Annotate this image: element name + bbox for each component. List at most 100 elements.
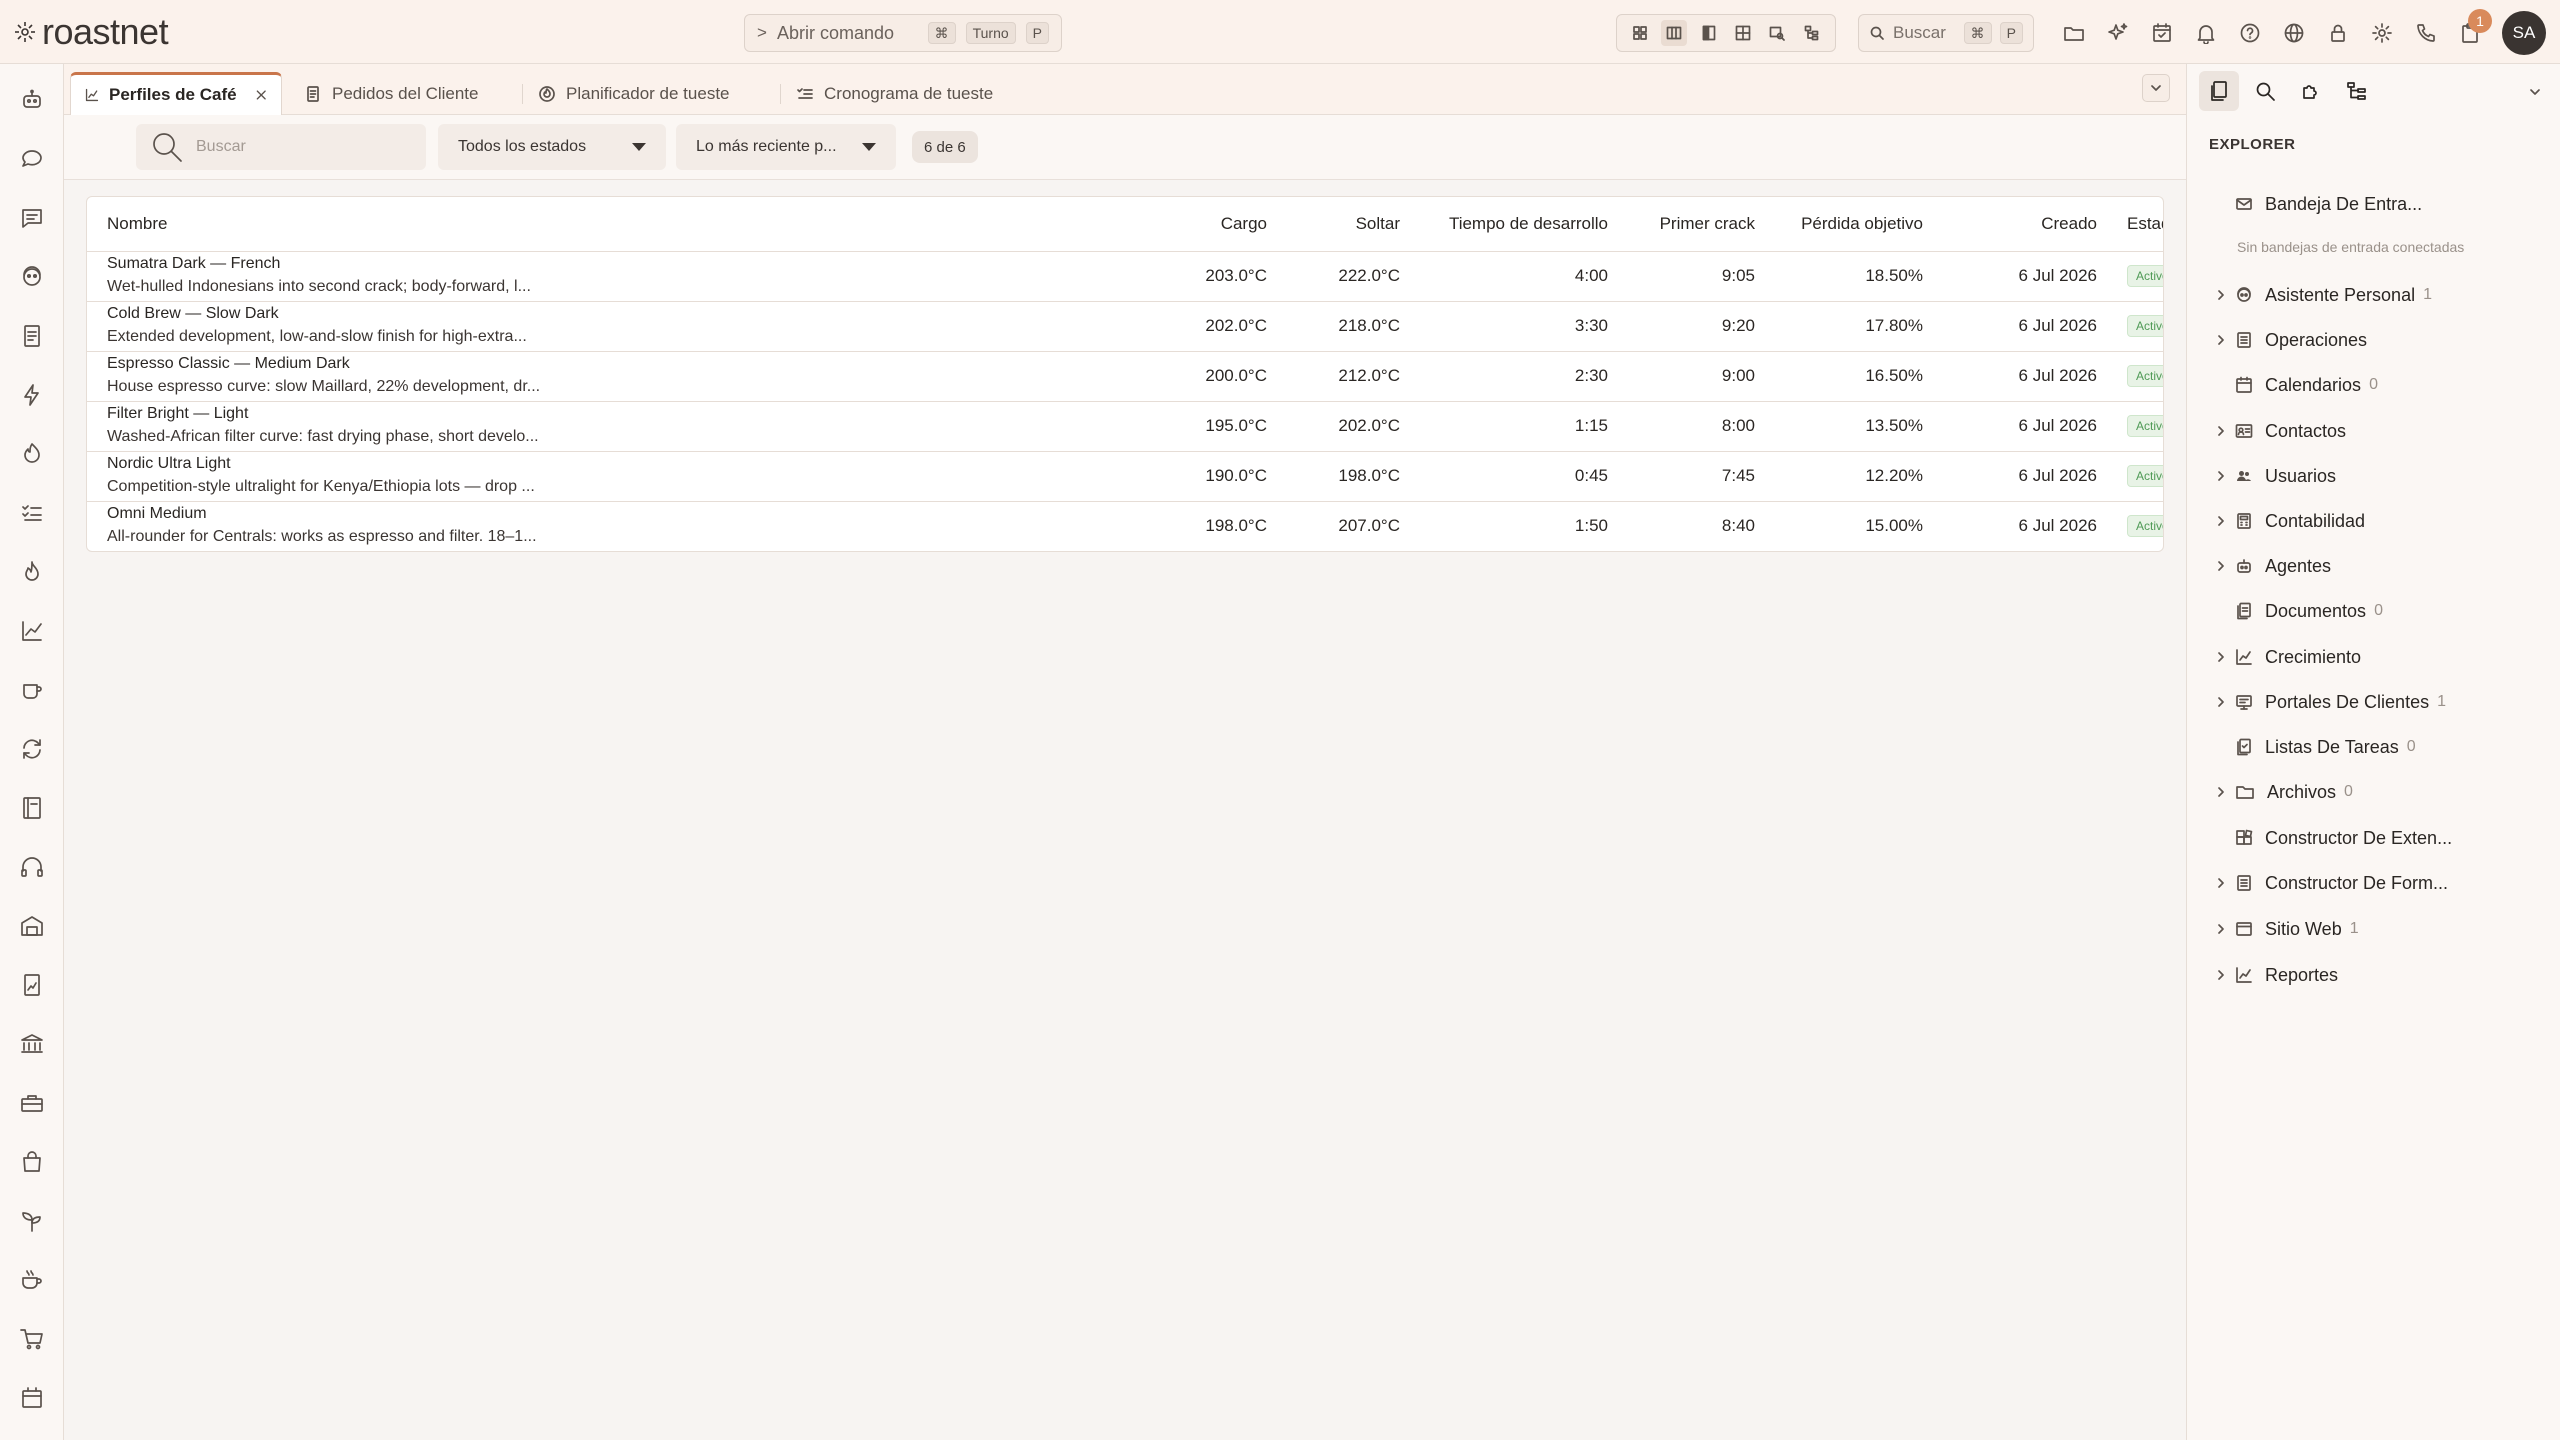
rail-reports-doc[interactable] — [14, 967, 50, 1003]
app-logo[interactable]: roastnet — [14, 11, 169, 52]
tree-item-inbox[interactable]: Bandeja De Entra... — [2235, 187, 2422, 221]
tab-perfiles-de-cafe[interactable]: Perfiles de Café — [70, 72, 282, 115]
language-button[interactable] — [2276, 15, 2312, 51]
rail-growth[interactable] — [14, 1203, 50, 1239]
column-header-perdida-objetivo[interactable]: Pérdida objetivo — [1765, 197, 1933, 252]
tree-item-asistente-personal[interactable]: Asistente Personal 1 — [2218, 278, 2432, 312]
rail-support[interactable] — [14, 259, 50, 295]
column-header-nombre[interactable]: Nombre — [87, 197, 1127, 252]
column-header-primer-crack[interactable]: Primer crack — [1618, 197, 1765, 252]
tree-item-agentes[interactable]: Agentes — [2218, 549, 2331, 583]
tree-item-crecimiento[interactable]: Crecimiento — [2218, 640, 2361, 674]
panel-tab-search[interactable] — [2245, 71, 2285, 111]
layout-split-button[interactable] — [1696, 20, 1722, 46]
tasks-button[interactable]: 1 — [2452, 9, 2492, 51]
chevron-right-icon[interactable] — [2215, 560, 2227, 572]
column-header-soltar[interactable]: Soltar — [1277, 197, 1410, 252]
chevron-right-icon[interactable] — [2215, 696, 2227, 708]
rail-analytics[interactable] — [14, 613, 50, 649]
notifications-button[interactable] — [2188, 15, 2224, 51]
rail-coffee[interactable] — [14, 672, 50, 708]
chevron-right-icon[interactable] — [2215, 651, 2227, 663]
rail-roasting[interactable] — [14, 436, 50, 472]
ai-button[interactable] — [2100, 15, 2136, 51]
tree-item-calendarios[interactable]: Calendarios 0 — [2235, 368, 2378, 402]
calendar-button[interactable] — [2144, 15, 2180, 51]
command-palette-button[interactable]: > Abrir comando ⌘ Turno P — [744, 14, 1062, 52]
lock-button[interactable] — [2320, 15, 2356, 51]
rail-documents[interactable] — [14, 318, 50, 354]
tree-item-listas-de-tareas[interactable]: Listas De Tareas 0 — [2235, 730, 2416, 764]
table-row[interactable]: Omni Medium All-rounder for Centrals: wor… — [87, 501, 2163, 551]
rail-cart[interactable] — [14, 1321, 50, 1357]
search-input[interactable] — [196, 138, 396, 156]
global-search-button[interactable]: Buscar ⌘ P — [1858, 14, 2034, 52]
chevron-right-icon[interactable] — [2215, 289, 2227, 301]
chevron-right-icon[interactable] — [2215, 786, 2227, 798]
tabs-overflow-button[interactable] — [2142, 74, 2170, 102]
rail-fire[interactable] — [14, 554, 50, 590]
phone-button[interactable] — [2408, 15, 2444, 51]
column-header-creado[interactable]: Creado — [1933, 197, 2107, 252]
rail-chat[interactable] — [14, 141, 50, 177]
chevron-right-icon[interactable] — [2215, 425, 2227, 437]
tree-item-contactos[interactable]: Contactos — [2218, 414, 2346, 448]
panel-collapse-button[interactable] — [2523, 80, 2547, 104]
rail-notebook[interactable] — [14, 790, 50, 826]
rail-automations[interactable] — [14, 377, 50, 413]
sort-select[interactable]: Lo más reciente p... — [676, 124, 896, 170]
chevron-right-icon[interactable] — [2215, 470, 2227, 482]
rail-store[interactable] — [14, 1380, 50, 1416]
status-filter-select[interactable]: Todos los estados — [438, 124, 666, 170]
chevron-right-icon[interactable] — [2215, 515, 2227, 527]
tab-pedidos-del-cliente[interactable]: Pedidos del Cliente — [290, 72, 492, 115]
chevron-right-icon[interactable] — [2215, 923, 2227, 935]
panel-tab-files[interactable] — [2199, 71, 2239, 111]
user-avatar[interactable]: SA — [2502, 11, 2546, 55]
chevron-right-icon[interactable] — [2215, 877, 2227, 889]
rail-inventory[interactable] — [14, 908, 50, 944]
tree-item-sitio-web[interactable]: Sitio Web 1 — [2218, 912, 2359, 946]
tree-item-contabilidad[interactable]: Contabilidad — [2218, 504, 2365, 538]
files-button[interactable] — [2056, 15, 2092, 51]
settings-button[interactable] — [2364, 15, 2400, 51]
rail-cafe[interactable] — [14, 1262, 50, 1298]
table-row[interactable]: Espresso Classic — Medium Dark House espr… — [87, 351, 2163, 402]
tree-item-archivos[interactable]: Archivos 0 — [2218, 775, 2353, 809]
table-row[interactable]: Filter Bright — Light Washed-African filt… — [87, 401, 2163, 452]
close-icon[interactable] — [255, 87, 267, 103]
chevron-right-icon[interactable] — [2215, 969, 2227, 981]
tree-item-constructor-formularios[interactable]: Constructor De Form... — [2218, 866, 2448, 900]
tree-item-reportes[interactable]: Reportes — [2218, 958, 2338, 992]
rail-headset[interactable] — [14, 849, 50, 885]
table-row[interactable]: Sumatra Dark — French Wet-hulled Indonesi… — [87, 251, 2163, 302]
tree-item-constructor-extensiones[interactable]: Constructor De Exten... — [2235, 821, 2452, 855]
panel-tab-extensions[interactable] — [2291, 71, 2331, 111]
rail-assistant[interactable] — [14, 82, 50, 118]
rail-checklists[interactable] — [14, 495, 50, 531]
help-button[interactable] — [2232, 15, 2268, 51]
tree-item-portales-de-clientes[interactable]: Portales De Clientes 1 — [2218, 685, 2446, 719]
tree-item-usuarios[interactable]: Usuarios — [2218, 459, 2336, 493]
layout-tree-button[interactable] — [1799, 20, 1825, 46]
rail-tools[interactable] — [14, 1085, 50, 1121]
table-row[interactable]: Cold Brew — Slow Dark Extended developmen… — [87, 301, 2163, 352]
rail-sync[interactable] — [14, 731, 50, 767]
rail-shop[interactable] — [14, 1144, 50, 1180]
panel-tab-tree[interactable] — [2337, 71, 2377, 111]
column-header-tiempo-desarrollo[interactable]: Tiempo de desarrollo — [1410, 197, 1618, 252]
tab-cronograma-de-tueste[interactable]: Cronograma de tueste — [782, 72, 1007, 115]
tab-planificador-de-tueste[interactable]: Planificador de tueste — [524, 72, 744, 115]
rail-bank[interactable] — [14, 1026, 50, 1062]
layout-columns-button[interactable] — [1661, 20, 1688, 46]
rail-messages[interactable] — [14, 200, 50, 236]
column-header-cargo[interactable]: Cargo — [1127, 197, 1277, 252]
tree-item-documentos[interactable]: Documentos 0 — [2235, 594, 2383, 628]
tree-item-operaciones[interactable]: Operaciones — [2218, 323, 2367, 357]
layout-tiles-button[interactable] — [1730, 20, 1756, 46]
table-row[interactable]: Nordic Ultra Light Competition-style ultr… — [87, 451, 2163, 502]
chevron-right-icon[interactable] — [2215, 334, 2227, 346]
layout-search-view-button[interactable] — [1764, 20, 1790, 46]
column-header-estado[interactable]: Estado — [2107, 197, 2163, 252]
layout-grid-button[interactable] — [1627, 20, 1653, 46]
